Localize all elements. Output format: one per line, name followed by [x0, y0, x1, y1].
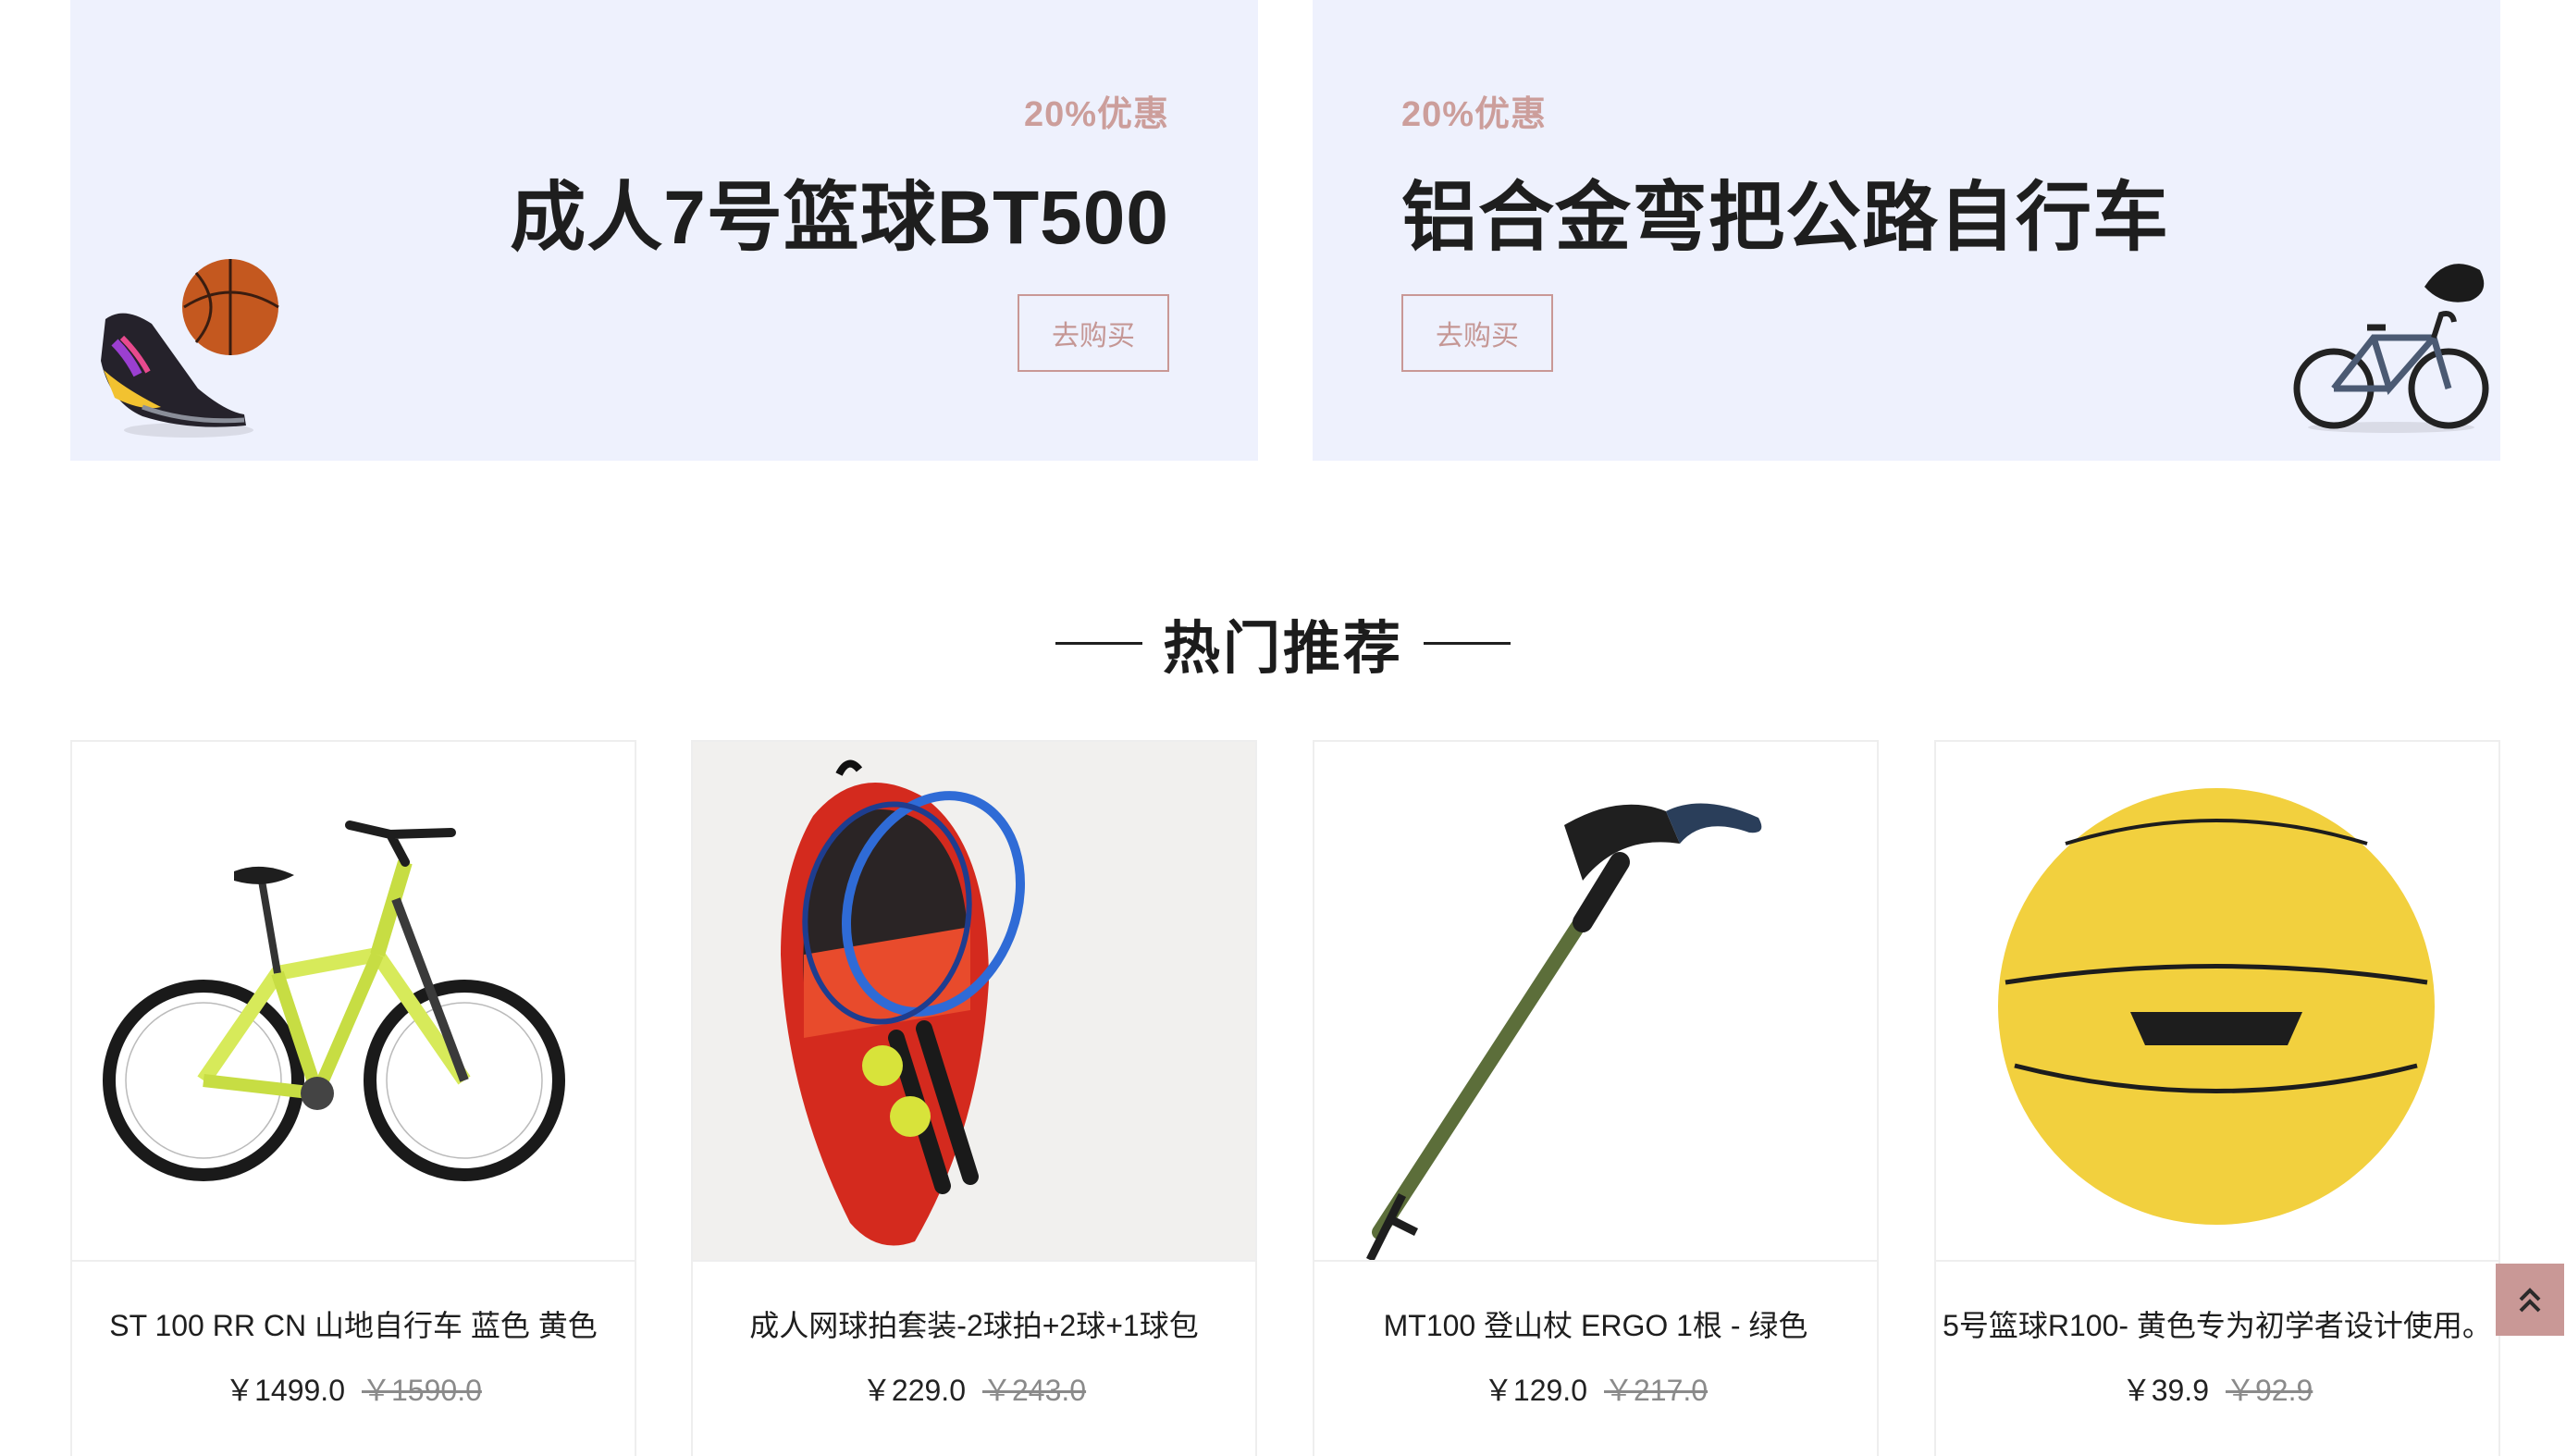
title-dash-right [1424, 641, 1511, 645]
promo-discount: 20%优惠 [1401, 95, 1548, 134]
road-bike-image [2293, 264, 2489, 433]
promo-banner-basketball: 20%优惠 成人7号篮球BT500 去购买 [70, 0, 1258, 461]
product-name[interactable]: 成人网球拍套装-2球拍+2球+1球包 [693, 1302, 1255, 1345]
product-old-price: ￥1590.0 [362, 1374, 482, 1407]
section-title: 热门推荐 [0, 601, 2566, 685]
title-dash-left [1055, 641, 1142, 645]
yellow-basketball-image [1998, 788, 2435, 1225]
product-image[interactable] [72, 742, 635, 1262]
double-chevron-up-icon [2519, 1288, 2541, 1313]
tennis-set-image [781, 759, 1026, 1246]
product-old-price: ￥217.0 [1604, 1374, 1709, 1407]
promo-title: 成人7号篮球BT500 [510, 176, 1169, 260]
product-image[interactable] [1314, 742, 1877, 1262]
product-image[interactable] [693, 742, 1255, 1262]
product-prices: ￥129.0 ￥217.0 [1314, 1367, 1877, 1410]
product-prices: ￥1499.0 ￥1590.0 [72, 1367, 635, 1410]
product-card[interactable]: 5号篮球R100- 黄色专为初学者设计使用。 ￥39.9 ￥92.9 [1934, 740, 2500, 1456]
basketball-shoe-image [101, 259, 279, 438]
trekking-pole-image [1365, 803, 1762, 1260]
promo-title: 铝合金弯把公路自行车 [1401, 176, 2170, 260]
product-prices: ￥39.9 ￥92.9 [1936, 1367, 2498, 1410]
product-price: ￥129.0 [1483, 1374, 1587, 1407]
product-card[interactable]: MT100 登山杖 ERGO 1根 - 绿色 ￥129.0 ￥217.0 [1313, 740, 1879, 1456]
promo-discount: 20%优惠 [1023, 95, 1169, 134]
back-to-top-button[interactable] [2496, 1264, 2564, 1336]
product-old-price: ￥243.0 [982, 1374, 1087, 1407]
product-price: ￥39.9 [2121, 1374, 2209, 1407]
product-price: ￥229.0 [861, 1374, 966, 1407]
product-old-price: ￥92.9 [2226, 1374, 2313, 1407]
product-price: ￥1499.0 [225, 1374, 345, 1407]
product-card[interactable]: 成人网球拍套装-2球拍+2球+1球包 ￥229.0 ￥243.0 [691, 740, 1257, 1456]
product-image[interactable] [1936, 742, 2498, 1262]
product-prices: ￥229.0 ￥243.0 [693, 1367, 1255, 1410]
product-name[interactable]: MT100 登山杖 ERGO 1根 - 绿色 [1314, 1302, 1877, 1345]
mountain-bike-image [103, 821, 565, 1181]
buy-button[interactable]: 去购买 [1401, 294, 1553, 372]
product-name[interactable]: ST 100 RR CN 山地自行车 蓝色 黄色 [72, 1302, 635, 1345]
section-title-text: 热门推荐 [1162, 617, 1403, 681]
buy-button[interactable]: 去购买 [1018, 294, 1169, 372]
promo-banner-road-bike: 20%优惠 铝合金弯把公路自行车 去购买 [1313, 0, 2500, 461]
product-card[interactable]: ST 100 RR CN 山地自行车 蓝色 黄色 ￥1499.0 ￥1590.0 [70, 740, 636, 1456]
product-name[interactable]: 5号篮球R100- 黄色专为初学者设计使用。 [1936, 1302, 2498, 1345]
